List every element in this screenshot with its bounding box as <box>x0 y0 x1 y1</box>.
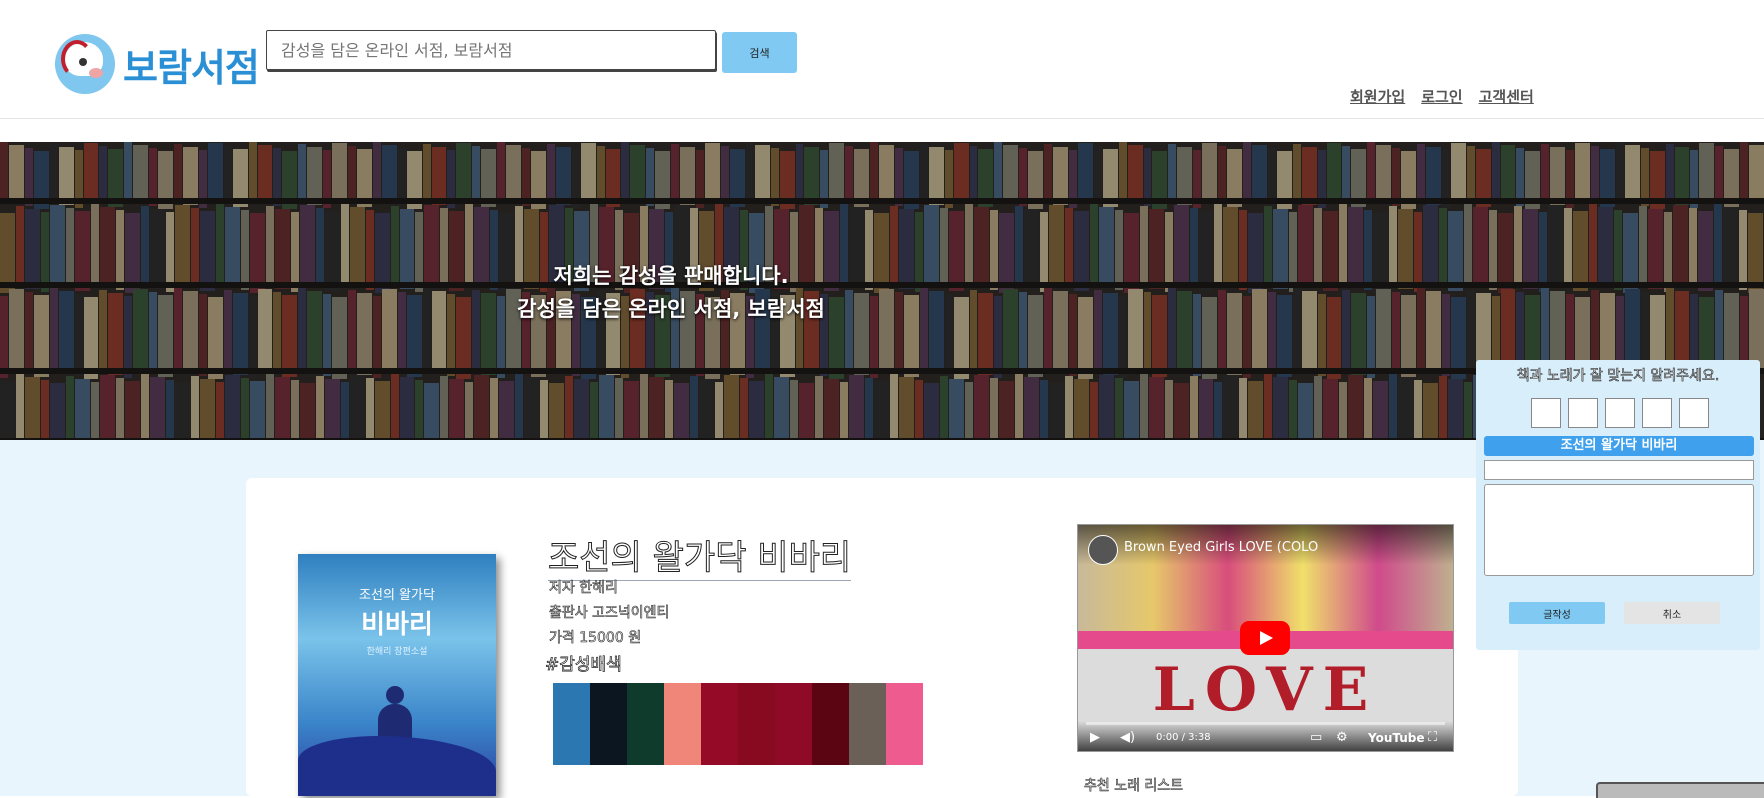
palette-swatch <box>775 683 812 765</box>
write-review-button[interactable]: 글작성 <box>1509 602 1605 624</box>
cover-big-title: 비바리 <box>361 610 433 640</box>
palette-swatch <box>627 683 664 765</box>
nav-support-link[interactable]: 고객센터 <box>1479 86 1534 107</box>
cover-small-title: 조선의 왈가닥 <box>359 588 435 603</box>
rating-box-5[interactable] <box>1679 398 1709 428</box>
nav-login-link[interactable]: 로그인 <box>1421 86 1462 107</box>
palette-swatch <box>886 683 923 765</box>
fullscreen-icon[interactable]: ⛶ <box>1428 730 1437 745</box>
video-time: 0:00 / 3:38 <box>1156 732 1211 743</box>
cancel-button[interactable]: 취소 <box>1624 602 1720 624</box>
top-nav: 회원가입 로그인 고객센터 <box>1350 86 1534 107</box>
banner-line-1: 저희는 감성을 판매합니다. <box>553 264 789 288</box>
logo-text: 보람서점 <box>123 45 260 90</box>
nav-signup-link[interactable]: 회원가입 <box>1350 86 1405 107</box>
settings-icon[interactable]: ⚙ <box>1336 730 1348 745</box>
site-header: 보람서점 검색 회원가입 로그인 고객센터 <box>0 0 1764 119</box>
palette-swatch <box>701 683 738 765</box>
volume-icon[interactable]: ◀) <box>1120 730 1135 745</box>
youtube-video-player[interactable]: LOVE Brown Eyed Girls LOVE (COLO ▶ ◀) 0:… <box>1077 524 1454 752</box>
rating-box-1[interactable] <box>1531 398 1561 428</box>
palette-swatch <box>590 683 627 765</box>
palette-swatch <box>553 683 590 765</box>
recommend-list-title: 추천 노래 리스트 <box>1084 778 1184 795</box>
book-title: 조선의 왈가닥 비바리 <box>547 530 852 581</box>
youtube-logo[interactable]: YouTube <box>1368 731 1425 745</box>
book-price: 가격 15000 원 <box>549 630 642 647</box>
palette-hashtag: #감성배색 <box>545 655 623 676</box>
video-love-text: LOVE <box>1152 655 1379 725</box>
review-popup: 책과 노래가 잘 맞는지 알려주세요. 조선의 왈가닥 비바리 글작성 취소 <box>1476 360 1760 650</box>
book-publisher: 출판사 고즈넉이엔티 <box>549 605 670 622</box>
cover-author: 한해리 장편소설 <box>366 647 428 657</box>
rating-box-3[interactable] <box>1605 398 1635 428</box>
captions-icon[interactable]: ▭ <box>1310 730 1322 745</box>
rating-box-2[interactable] <box>1568 398 1598 428</box>
search-input[interactable] <box>266 30 716 70</box>
play-icon[interactable] <box>1240 621 1290 655</box>
palette-swatch <box>738 683 775 765</box>
rating-boxes <box>1531 398 1709 428</box>
banner-text: 저희는 감성을 판매합니다. 감성을 담은 온라인 서점, 보람서점 <box>0 260 1764 326</box>
popup-book-name: 조선의 왈가닥 비바리 <box>1484 436 1754 456</box>
popup-question: 책과 노래가 잘 맞는지 알려주세요. <box>1516 368 1720 385</box>
book-author: 저자 한해리 <box>549 580 618 597</box>
logo-icon <box>55 34 115 94</box>
review-content-textarea[interactable] <box>1484 484 1754 576</box>
rating-box-4[interactable] <box>1642 398 1672 428</box>
palette-swatch <box>849 683 886 765</box>
cover-girl-head <box>386 686 404 704</box>
video-progress-bar[interactable] <box>1086 722 1445 725</box>
search-button[interactable]: 검색 <box>722 32 797 73</box>
book-cover-image: 조선의 왈가닥 비바리 한해리 장편소설 <box>298 554 496 796</box>
palette-swatch <box>664 683 701 765</box>
play-small-icon[interactable]: ▶ <box>1090 730 1100 745</box>
video-title[interactable]: Brown Eyed Girls LOVE (COLO <box>1124 540 1318 555</box>
color-palette <box>553 683 923 765</box>
channel-avatar[interactable] <box>1088 535 1118 565</box>
palette-swatch <box>812 683 849 765</box>
book-meta: 저자 한해리 출판사 고즈넉이엔티 가격 15000 원 <box>549 576 670 651</box>
banner-line-2: 감성을 담은 온라인 서점, 보람서점 <box>517 297 825 321</box>
review-title-input[interactable] <box>1484 460 1754 480</box>
cover-coral <box>298 736 496 796</box>
site-logo[interactable]: 보람서점 <box>55 34 260 94</box>
